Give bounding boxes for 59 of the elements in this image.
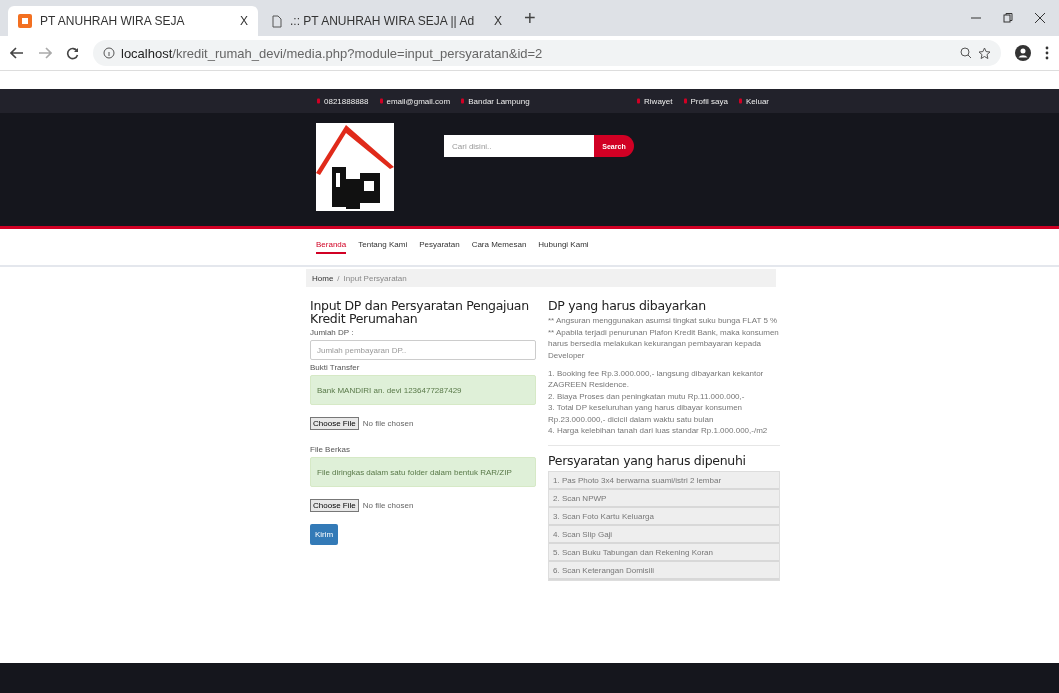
header-link[interactable]: Keluar <box>745 96 769 106</box>
info-note: File diringkas dalam satu folder dalam bentuk RAR/ZIP <box>310 457 536 488</box>
back-icon[interactable] <box>10 47 24 59</box>
form-title: Input DP dan Persyaratan Pengajuan Kredit Perumahan <box>310 299 530 326</box>
browser-tab[interactable]: .:: PT ANUHRAH WIRA SEJA || Ad X <box>262 6 512 36</box>
field-label: File Berkas <box>310 445 350 455</box>
choose-file-button[interactable]: Choose File <box>310 417 359 431</box>
section-title: DP yang harus dibayarkan <box>548 299 707 313</box>
requirement-item: 2. Scan NPWP <box>549 490 779 509</box>
breadcrumb-current: Input Persyaratan <box>343 273 407 283</box>
field-label: Bukti Transfer <box>310 363 360 373</box>
account-icon[interactable] <box>1015 45 1031 61</box>
fee-item: 4. Harga kelebihan tanah dari luas standar Rp.1.000.000,-/m2 <box>548 425 769 438</box>
contact-text: Bandar Lampung <box>468 96 530 106</box>
browser-tab[interactable]: PT ANUHRAH WIRA SEJA X <box>8 6 258 36</box>
contact-text: 0821888888 <box>324 96 369 106</box>
close-tab-button[interactable]: X <box>240 14 248 28</box>
page-icon <box>272 14 282 28</box>
nav-link[interactable]: Pesyaratan <box>419 240 460 254</box>
note-text: ** Angsuran menggunakan asumsi tingkat suku bunga FLAT 5 % <box>548 315 779 327</box>
info-icon <box>103 47 115 59</box>
new-tab-button[interactable]: + <box>516 6 544 30</box>
file-status: No file chosen <box>362 419 414 429</box>
header-link[interactable]: Profil saya <box>690 96 728 106</box>
fee-item: 2. Biaya Proses dan peningkatan mutu Rp.11.000.000,- <box>548 390 746 403</box>
tab-title: .:: PT ANUHRAH WIRA SEJA || Ad <box>290 14 476 28</box>
nav-link[interactable]: Hubungi Kami <box>538 240 589 254</box>
nav-link[interactable]: Cara Memesan <box>471 240 527 254</box>
zoom-icon[interactable] <box>960 47 972 59</box>
address-bar[interactable]: localhost/kredit_rumah_devi/media.php?module=input_persyaratan&id=2 <box>93 40 1001 66</box>
breadcrumb-link[interactable]: Home <box>312 273 334 283</box>
close-icon[interactable] <box>1035 13 1045 23</box>
nav-link[interactable]: Beranda <box>316 240 347 254</box>
close-tab-button[interactable]: X <box>494 14 502 28</box>
requirement-item: 6. Scan Keterangan Domisili <box>549 562 779 581</box>
requirement-item: 3. Scan Foto Kartu Keluarga <box>549 508 779 527</box>
requirement-item: 4. Scan Slip Gaji <box>549 526 779 545</box>
fee-item: 1. Booking fee Rp.3.000.000,- langsung dibayarkan kekantor ZAGREEN Residence. <box>548 367 765 391</box>
requirement-item: 5. Scan Buku Tabungan dan Rekening Koran <box>549 544 779 563</box>
file-status: No file chosen <box>362 501 414 511</box>
submit-button[interactable]: Kirim <box>310 524 339 546</box>
fee-item: 3. Total DP keseluruhan yang harus dibayar konsumen Rp.23.000.000,- dicicil dalam waktu satu bulan <box>548 402 744 426</box>
breadcrumb-separator: / <box>337 273 340 283</box>
note-text: ** Apabila terjadi penurunan Plafon Kredit Bank, maka konsumen harus bersedia melakukan kekurangan pembayaran kepada Developer <box>548 326 780 362</box>
tab-title: PT ANUHRAH WIRA SEJA <box>40 14 186 28</box>
section-title: Persyaratan yang harus dipenuhi <box>548 454 747 468</box>
url-text: localhost/kredit_rumah_devi/media.php?module=input_persyaratan&id=2 <box>121 45 543 61</box>
nav-link[interactable]: Tentang Kami <box>358 240 408 254</box>
restore-icon[interactable] <box>1003 13 1013 23</box>
star-icon[interactable] <box>978 46 991 60</box>
menu-icon[interactable] <box>1045 46 1049 60</box>
field-label: Jumlah DP : <box>310 328 354 338</box>
header-link[interactable]: Riwayet <box>644 96 673 106</box>
requirement-item: 1. Pas Photo 3x4 berwarna suami/istri 2 lembar <box>549 472 779 491</box>
info-note: Bank MANDIRI an. devi 1236477287429 <box>310 375 536 406</box>
app-icon <box>18 14 32 28</box>
choose-file-button[interactable]: Choose File <box>310 499 359 513</box>
reload-icon[interactable] <box>66 46 79 60</box>
contact-text: email@gmail.com <box>386 96 451 106</box>
